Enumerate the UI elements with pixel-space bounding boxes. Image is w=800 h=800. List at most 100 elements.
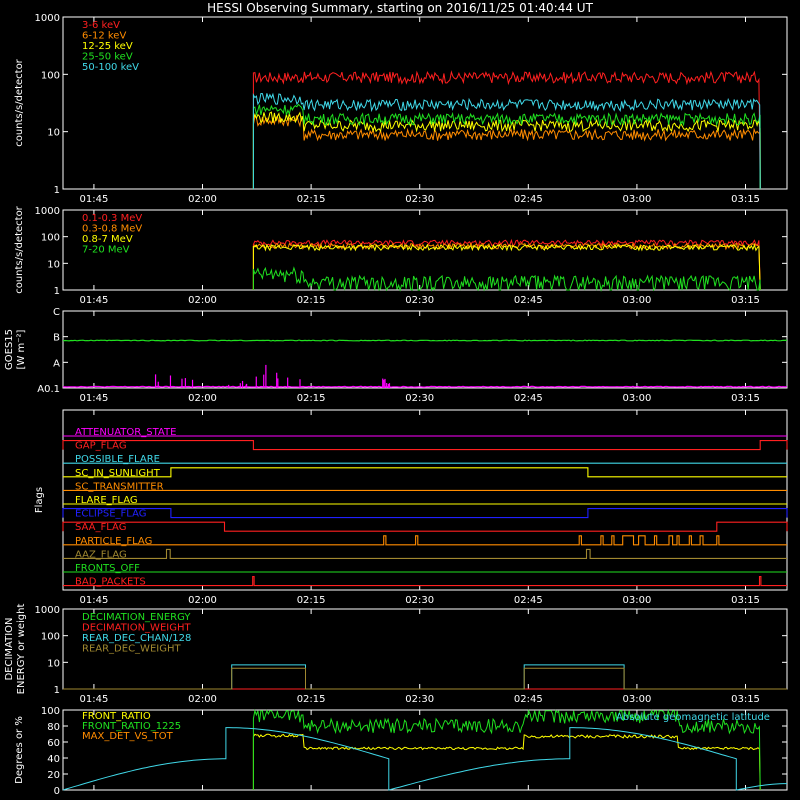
panel-frame [62,310,788,389]
flag-label: PARTICLE_FLAG [75,536,152,547]
x-tick-label: 01:45 [80,194,109,205]
goes-series-0 [62,339,788,342]
panel-goes: 01:45 02:00 02:15 02:30 02:45 03:00 03:15 A0.1 A… [4,307,788,404]
x-tick-label: 03:15 [731,595,760,606]
flag-label: FLARE_FLAG [75,495,138,506]
x-tick-label: 02:30 [405,194,434,205]
series-line-7-20-mev [252,266,761,292]
x-tick-label: 02:00 [188,393,217,404]
x-tick-label: 02:30 [405,595,434,606]
goes-series-1 [63,385,788,388]
y-tick-label: 1000 [35,13,60,24]
x-tick-label: 02:30 [405,694,434,705]
x-tick-label: 03:00 [623,393,652,404]
x-tick-label: 02:00 [188,295,217,306]
flag-line-sc-in-sunlight [63,467,787,478]
y-axis-label: GOES15 [4,329,15,370]
x-tick-label: 03:15 [731,694,760,705]
flag-label: SAA_FLAG [75,522,126,533]
panel-decimation: 01:45 02:00 02:15 02:30 02:45 03:00 03:15 1 10 10… [4,604,788,705]
y-tick-label: A [53,358,60,369]
x-tick-label: 02:30 [405,393,434,404]
series-line-rear-dec-weight [63,667,787,690]
panel-ratios: 020406080100Degrees or % FRONT_RATIOFRONT… [14,706,788,797]
flag-label: SC_TRANSMITTER [75,481,164,492]
legend-entry: DECIMATION_ENERGY [82,612,191,623]
flag-label: AAZ_FLAG [75,549,127,560]
y-axis-label-2: [W m⁻²] [16,329,27,369]
flag-label: SC_IN_SUNLIGHT [75,468,161,479]
y-tick-label: 0 [54,786,60,797]
x-tick-label: 02:45 [514,694,543,705]
y-axis-label-2: ENERGY or weight [16,604,27,695]
legend-entry: DECIMATION_WEIGHT [82,623,191,634]
x-tick-label: 03:15 [731,194,760,205]
legend-entry: MAX_DET_VS_TOT [82,731,174,742]
y-tick-label: 1 [54,685,60,696]
x-tick-label: 03:00 [623,595,652,606]
flag-label: FRONTS_OFF [75,563,140,574]
flag-line-eclipse-flag [62,508,788,519]
flag-line-aaz-flag [63,548,787,559]
x-tick-label: 02:15 [297,393,326,404]
legend-entry: 7-20 MeV [82,245,130,256]
flag-label: ATTENUATOR_STATE [75,427,176,438]
x-tick-label: 02:45 [514,295,543,306]
legend-entry: REAR_DEC_WEIGHT [82,644,181,655]
series-line-25-50-kev [252,103,761,190]
y-tick-label: 1 [54,185,60,196]
legend-entry: 0.3-0.8 MeV [82,224,142,235]
flag-label: GAP_FLAG [75,441,127,452]
flag-label: BAD_PACKETS [75,577,146,588]
legend-entry: 25-50 keV [82,52,133,63]
y-tick-label: 80 [47,722,60,733]
series-line-50-100-kev [252,92,761,190]
x-tick-label: 02:15 [297,194,326,205]
flag-line-gap-flag [62,440,788,451]
flag-line-particle-flag [63,535,787,546]
x-tick-label: 02:45 [514,595,543,606]
y-axis-label: counts/s/detector [14,58,25,146]
x-tick-label: 01:45 [80,295,109,306]
series-group [63,664,787,690]
y-tick-label: 100 [41,632,60,643]
x-tick-label: 03:00 [623,694,652,705]
legend-entry: REAR_DEC_CHAN/128 [82,633,191,644]
y-tick-label: 40 [47,754,60,765]
y-tick-label: 1 [54,286,60,297]
series-group [252,70,761,190]
panel-counts_energy: 01:45 02:00 02:15 02:30 02:45 03:00 03:15 1 10 10… [14,13,788,205]
legend-entry: 12-25 keV [82,41,133,52]
x-tick-label: 02:00 [188,194,217,205]
x-tick-label: 02:45 [514,393,543,404]
panel-flags: 01:45 02:00 02:15 02:30 02:45 03:00 03:15 Flags… [34,409,788,606]
panel-frame [62,16,788,190]
x-tick-label: 03:00 [623,194,652,205]
observing-summary-chart: 01:45 02:00 02:15 02:30 02:45 03:00 03:1511010… [4,13,788,797]
y-tick-label: 1000 [35,206,60,217]
y-tick-label: C [53,307,60,318]
y-tick-label: 10 [47,128,60,139]
y-tick-label: 10 [47,658,60,669]
y-axis-label: Flags [34,487,45,513]
y-axis-label: Degrees or % [14,716,25,784]
y-tick-label: 100 [41,70,60,81]
x-tick-label: 03:15 [731,295,760,306]
latitude-annotation: Absolute geomagnetic latitude [616,712,770,723]
y-tick-label: 60 [47,738,60,749]
series-line-rear-dec-chan-128 [63,664,787,690]
panel-counts_mev: 01:45 02:00 02:15 02:30 02:45 03:00 03:15 1 10 10… [14,205,788,306]
y-tick-label: 1000 [35,605,60,616]
legend-entry: 0.1-0.3 MeV [82,213,142,224]
series-group [252,238,761,292]
legend-entry: 3-6 keV [82,20,120,31]
x-tick-label: 02:00 [188,595,217,606]
flag-line-bad-packets [63,576,787,587]
y-tick-label: A0.1 [37,384,60,395]
x-tick-label: 02:45 [514,194,543,205]
y-tick-label: 100 [41,233,60,244]
legend-entry: 0.8-7 MeV [82,234,133,245]
x-tick-label: 01:45 [80,694,109,705]
y-tick-label: 10 [47,259,60,270]
flag-label: POSSIBLE_FLARE [75,454,160,465]
